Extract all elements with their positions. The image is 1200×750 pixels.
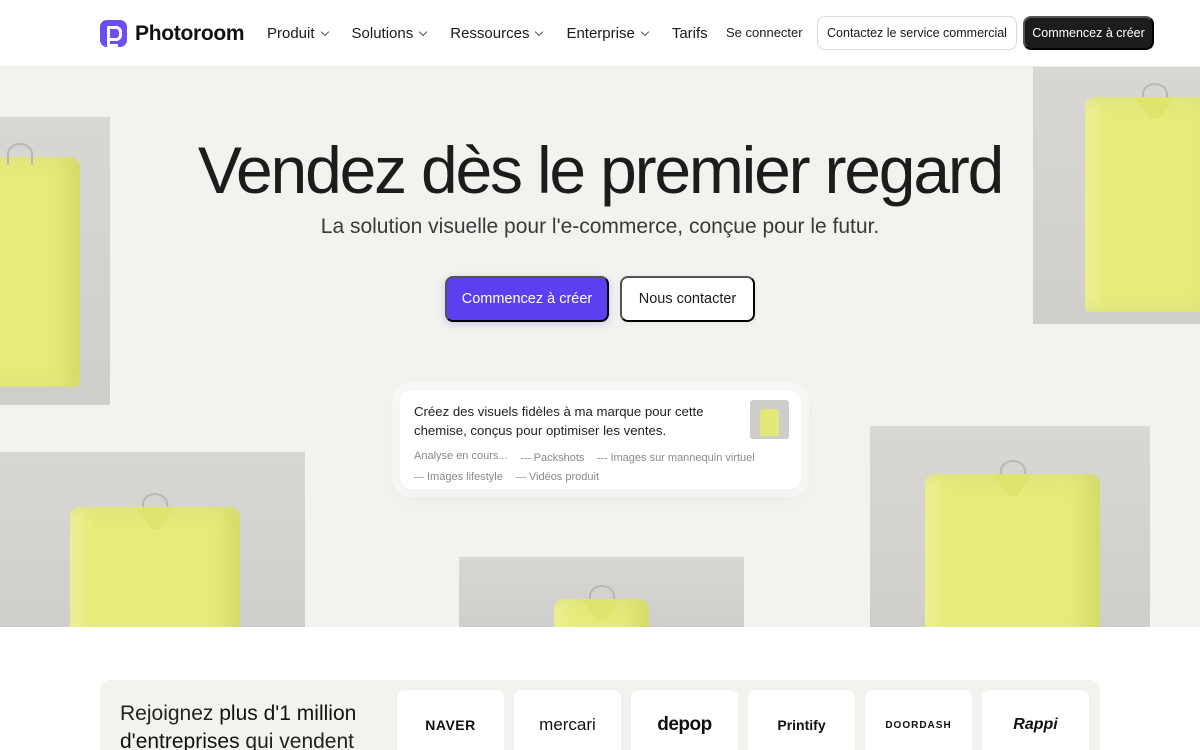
shirt-photo-left-bottom (0, 452, 305, 627)
loading-icon (520, 458, 531, 459)
site-header: Photoroom Produit Solutions Ressources E… (0, 0, 1200, 67)
social-proof-text: Rejoignez plus d'1 million d'entreprises… (120, 702, 357, 750)
contact-sales-button[interactable]: Contactez le service commercial (817, 16, 1017, 50)
brand-name: Photoroom (135, 21, 245, 45)
customer-logo-naver: NAVER (397, 690, 504, 750)
nav-solutions-label: Solutions (351, 24, 414, 42)
prompt-card: Créez des visuels fidèles à ma marque po… (400, 390, 801, 489)
hero-title: Vendez dès le premier regard (197, 133, 1004, 207)
loading-icon (414, 477, 424, 478)
main-nav: Produit Solutions Ressources Enterprise … (267, 22, 732, 44)
customer-logo-mercari: mercari (514, 690, 621, 750)
nav-produit[interactable]: Produit (267, 22, 329, 44)
customer-logo-doordash: DOORDASH (865, 690, 972, 750)
chevron-down-icon (320, 27, 329, 36)
contact-us-button[interactable]: Nous contacter (620, 276, 755, 322)
shirt-thumbnail (750, 400, 789, 439)
prompt-tag: Vidéos produit (515, 469, 599, 486)
nav-produit-label: Produit (267, 24, 315, 42)
customer-logo-rappi: Rappi (982, 690, 1089, 750)
nav-ressources-label: Ressources (450, 24, 530, 42)
shirt-photo-center-bottom (459, 557, 744, 627)
loading-icon (597, 458, 608, 459)
chevron-down-icon (535, 27, 544, 36)
hero-section: Vendez dès le premier regard La solution… (0, 67, 1200, 627)
photoroom-logo[interactable]: Photoroom (100, 20, 245, 47)
prompt-tag: Analyse en cours... (414, 450, 508, 462)
prompt-tag: Packshots (520, 450, 584, 467)
hero-subtitle: La solution visuelle pour l'e-commerce, … (320, 215, 880, 238)
customer-logo-printify: Printify (748, 690, 855, 750)
start-creating-button[interactable]: Commencez à créer (445, 276, 609, 322)
chevron-down-icon (419, 27, 428, 36)
shirt-photo-right-bottom (870, 426, 1150, 627)
signin-link[interactable]: Se connecter (726, 25, 803, 40)
customer-logo-depop: depop (631, 690, 738, 750)
nav-ressources[interactable]: Ressources (450, 22, 544, 44)
start-creating-header-button[interactable]: Commencez à créer (1023, 16, 1154, 50)
nav-solutions[interactable]: Solutions (351, 22, 428, 44)
nav-tarifs-label: Tarifs (671, 24, 708, 42)
loading-icon (515, 477, 526, 478)
chevron-down-icon (640, 27, 650, 36)
nav-enterprise[interactable]: Enterprise (566, 22, 650, 44)
prompt-text: Créez des visuels fidèles à ma marque po… (414, 404, 704, 438)
photoroom-logo-icon (100, 20, 127, 47)
nav-tarifs[interactable]: Tarifs (672, 22, 708, 44)
prompt-tags: Analyse en cours... Packshots Images sur… (414, 448, 787, 486)
prompt-tag: Images lifestyle (414, 469, 503, 486)
prompt-tag: Images sur mannequin virtuel (597, 450, 755, 467)
nav-enterprise-label: Enterprise (566, 24, 635, 42)
